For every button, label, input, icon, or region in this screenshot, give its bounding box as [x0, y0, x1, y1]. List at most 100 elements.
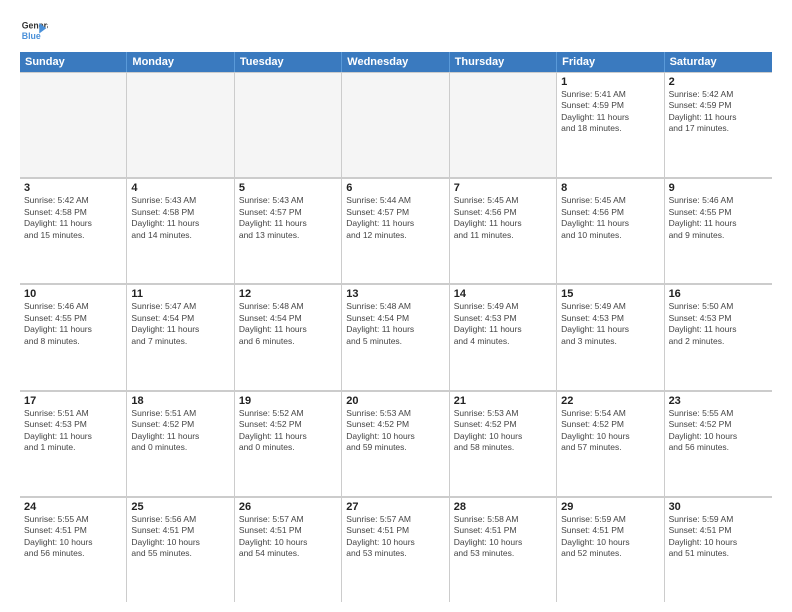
- day-number: 29: [561, 501, 659, 513]
- svg-text:Blue: Blue: [22, 31, 41, 41]
- cell-content: Sunrise: 5:51 AM Sunset: 4:52 PM Dayligh…: [131, 408, 229, 454]
- calendar-row-4: 24Sunrise: 5:55 AM Sunset: 4:51 PM Dayli…: [20, 497, 772, 602]
- calendar-cell: 1Sunrise: 5:41 AM Sunset: 4:59 PM Daylig…: [557, 72, 664, 177]
- calendar-cell: 10Sunrise: 5:46 AM Sunset: 4:55 PM Dayli…: [20, 284, 127, 389]
- day-number: 1: [561, 76, 659, 88]
- cell-content: Sunrise: 5:59 AM Sunset: 4:51 PM Dayligh…: [669, 514, 768, 560]
- day-number: 21: [454, 395, 552, 407]
- cell-content: Sunrise: 5:43 AM Sunset: 4:58 PM Dayligh…: [131, 195, 229, 241]
- day-number: 20: [346, 395, 444, 407]
- cell-content: Sunrise: 5:45 AM Sunset: 4:56 PM Dayligh…: [454, 195, 552, 241]
- day-number: 8: [561, 182, 659, 194]
- cell-content: Sunrise: 5:41 AM Sunset: 4:59 PM Dayligh…: [561, 89, 659, 135]
- day-number: 12: [239, 288, 337, 300]
- day-number: 18: [131, 395, 229, 407]
- calendar-cell: 19Sunrise: 5:52 AM Sunset: 4:52 PM Dayli…: [235, 391, 342, 496]
- calendar-body: 1Sunrise: 5:41 AM Sunset: 4:59 PM Daylig…: [20, 72, 772, 602]
- header-cell-monday: Monday: [127, 52, 234, 72]
- calendar-header: SundayMondayTuesdayWednesdayThursdayFrid…: [20, 52, 772, 72]
- logo: General Blue: [20, 16, 52, 44]
- day-number: 28: [454, 501, 552, 513]
- calendar-cell: 13Sunrise: 5:48 AM Sunset: 4:54 PM Dayli…: [342, 284, 449, 389]
- calendar-cell: 24Sunrise: 5:55 AM Sunset: 4:51 PM Dayli…: [20, 497, 127, 602]
- cell-content: Sunrise: 5:57 AM Sunset: 4:51 PM Dayligh…: [346, 514, 444, 560]
- day-number: 11: [131, 288, 229, 300]
- day-number: 7: [454, 182, 552, 194]
- cell-content: Sunrise: 5:46 AM Sunset: 4:55 PM Dayligh…: [669, 195, 768, 241]
- cell-content: Sunrise: 5:42 AM Sunset: 4:59 PM Dayligh…: [669, 89, 768, 135]
- day-number: 23: [669, 395, 768, 407]
- cell-content: Sunrise: 5:49 AM Sunset: 4:53 PM Dayligh…: [454, 301, 552, 347]
- calendar-cell: 21Sunrise: 5:53 AM Sunset: 4:52 PM Dayli…: [450, 391, 557, 496]
- cell-content: Sunrise: 5:53 AM Sunset: 4:52 PM Dayligh…: [346, 408, 444, 454]
- header-cell-friday: Friday: [557, 52, 664, 72]
- day-number: 19: [239, 395, 337, 407]
- cell-content: Sunrise: 5:52 AM Sunset: 4:52 PM Dayligh…: [239, 408, 337, 454]
- calendar-cell: 9Sunrise: 5:46 AM Sunset: 4:55 PM Daylig…: [665, 178, 772, 283]
- day-number: 25: [131, 501, 229, 513]
- cell-content: Sunrise: 5:56 AM Sunset: 4:51 PM Dayligh…: [131, 514, 229, 560]
- day-number: 27: [346, 501, 444, 513]
- cell-content: Sunrise: 5:44 AM Sunset: 4:57 PM Dayligh…: [346, 195, 444, 241]
- calendar-cell: 26Sunrise: 5:57 AM Sunset: 4:51 PM Dayli…: [235, 497, 342, 602]
- calendar-cell: 25Sunrise: 5:56 AM Sunset: 4:51 PM Dayli…: [127, 497, 234, 602]
- day-number: 13: [346, 288, 444, 300]
- calendar-cell: 20Sunrise: 5:53 AM Sunset: 4:52 PM Dayli…: [342, 391, 449, 496]
- day-number: 2: [669, 76, 768, 88]
- calendar-cell: 27Sunrise: 5:57 AM Sunset: 4:51 PM Dayli…: [342, 497, 449, 602]
- day-number: 17: [24, 395, 122, 407]
- calendar-cell: 7Sunrise: 5:45 AM Sunset: 4:56 PM Daylig…: [450, 178, 557, 283]
- calendar-cell: 8Sunrise: 5:45 AM Sunset: 4:56 PM Daylig…: [557, 178, 664, 283]
- calendar-cell: 22Sunrise: 5:54 AM Sunset: 4:52 PM Dayli…: [557, 391, 664, 496]
- day-number: 14: [454, 288, 552, 300]
- calendar-cell: 30Sunrise: 5:59 AM Sunset: 4:51 PM Dayli…: [665, 497, 772, 602]
- calendar-cell: 18Sunrise: 5:51 AM Sunset: 4:52 PM Dayli…: [127, 391, 234, 496]
- cell-content: Sunrise: 5:57 AM Sunset: 4:51 PM Dayligh…: [239, 514, 337, 560]
- calendar-cell: 2Sunrise: 5:42 AM Sunset: 4:59 PM Daylig…: [665, 72, 772, 177]
- header-cell-thursday: Thursday: [450, 52, 557, 72]
- cell-content: Sunrise: 5:59 AM Sunset: 4:51 PM Dayligh…: [561, 514, 659, 560]
- cell-content: Sunrise: 5:47 AM Sunset: 4:54 PM Dayligh…: [131, 301, 229, 347]
- calendar-cell: 23Sunrise: 5:55 AM Sunset: 4:52 PM Dayli…: [665, 391, 772, 496]
- calendar-cell: 3Sunrise: 5:42 AM Sunset: 4:58 PM Daylig…: [20, 178, 127, 283]
- cell-content: Sunrise: 5:49 AM Sunset: 4:53 PM Dayligh…: [561, 301, 659, 347]
- calendar-cell: 17Sunrise: 5:51 AM Sunset: 4:53 PM Dayli…: [20, 391, 127, 496]
- day-number: 5: [239, 182, 337, 194]
- calendar-row-1: 3Sunrise: 5:42 AM Sunset: 4:58 PM Daylig…: [20, 178, 772, 284]
- calendar-cell: 28Sunrise: 5:58 AM Sunset: 4:51 PM Dayli…: [450, 497, 557, 602]
- cell-content: Sunrise: 5:48 AM Sunset: 4:54 PM Dayligh…: [239, 301, 337, 347]
- calendar-cell: 4Sunrise: 5:43 AM Sunset: 4:58 PM Daylig…: [127, 178, 234, 283]
- cell-content: Sunrise: 5:45 AM Sunset: 4:56 PM Dayligh…: [561, 195, 659, 241]
- day-number: 3: [24, 182, 122, 194]
- calendar-cell: 6Sunrise: 5:44 AM Sunset: 4:57 PM Daylig…: [342, 178, 449, 283]
- calendar-cell: [127, 72, 234, 177]
- calendar-cell: 11Sunrise: 5:47 AM Sunset: 4:54 PM Dayli…: [127, 284, 234, 389]
- calendar-cell: 5Sunrise: 5:43 AM Sunset: 4:57 PM Daylig…: [235, 178, 342, 283]
- calendar-cell: [20, 72, 127, 177]
- calendar-cell: [235, 72, 342, 177]
- cell-content: Sunrise: 5:55 AM Sunset: 4:52 PM Dayligh…: [669, 408, 768, 454]
- day-number: 4: [131, 182, 229, 194]
- calendar-cell: [342, 72, 449, 177]
- cell-content: Sunrise: 5:50 AM Sunset: 4:53 PM Dayligh…: [669, 301, 768, 347]
- calendar-cell: 12Sunrise: 5:48 AM Sunset: 4:54 PM Dayli…: [235, 284, 342, 389]
- header-cell-wednesday: Wednesday: [342, 52, 449, 72]
- cell-content: Sunrise: 5:42 AM Sunset: 4:58 PM Dayligh…: [24, 195, 122, 241]
- calendar-cell: 29Sunrise: 5:59 AM Sunset: 4:51 PM Dayli…: [557, 497, 664, 602]
- day-number: 6: [346, 182, 444, 194]
- day-number: 9: [669, 182, 768, 194]
- calendar-cell: 16Sunrise: 5:50 AM Sunset: 4:53 PM Dayli…: [665, 284, 772, 389]
- calendar-row-0: 1Sunrise: 5:41 AM Sunset: 4:59 PM Daylig…: [20, 72, 772, 178]
- header-cell-sunday: Sunday: [20, 52, 127, 72]
- day-number: 22: [561, 395, 659, 407]
- calendar-cell: [450, 72, 557, 177]
- cell-content: Sunrise: 5:48 AM Sunset: 4:54 PM Dayligh…: [346, 301, 444, 347]
- day-number: 15: [561, 288, 659, 300]
- cell-content: Sunrise: 5:51 AM Sunset: 4:53 PM Dayligh…: [24, 408, 122, 454]
- header-cell-tuesday: Tuesday: [235, 52, 342, 72]
- calendar-cell: 15Sunrise: 5:49 AM Sunset: 4:53 PM Dayli…: [557, 284, 664, 389]
- cell-content: Sunrise: 5:55 AM Sunset: 4:51 PM Dayligh…: [24, 514, 122, 560]
- day-number: 24: [24, 501, 122, 513]
- header-cell-saturday: Saturday: [665, 52, 772, 72]
- calendar-row-3: 17Sunrise: 5:51 AM Sunset: 4:53 PM Dayli…: [20, 391, 772, 497]
